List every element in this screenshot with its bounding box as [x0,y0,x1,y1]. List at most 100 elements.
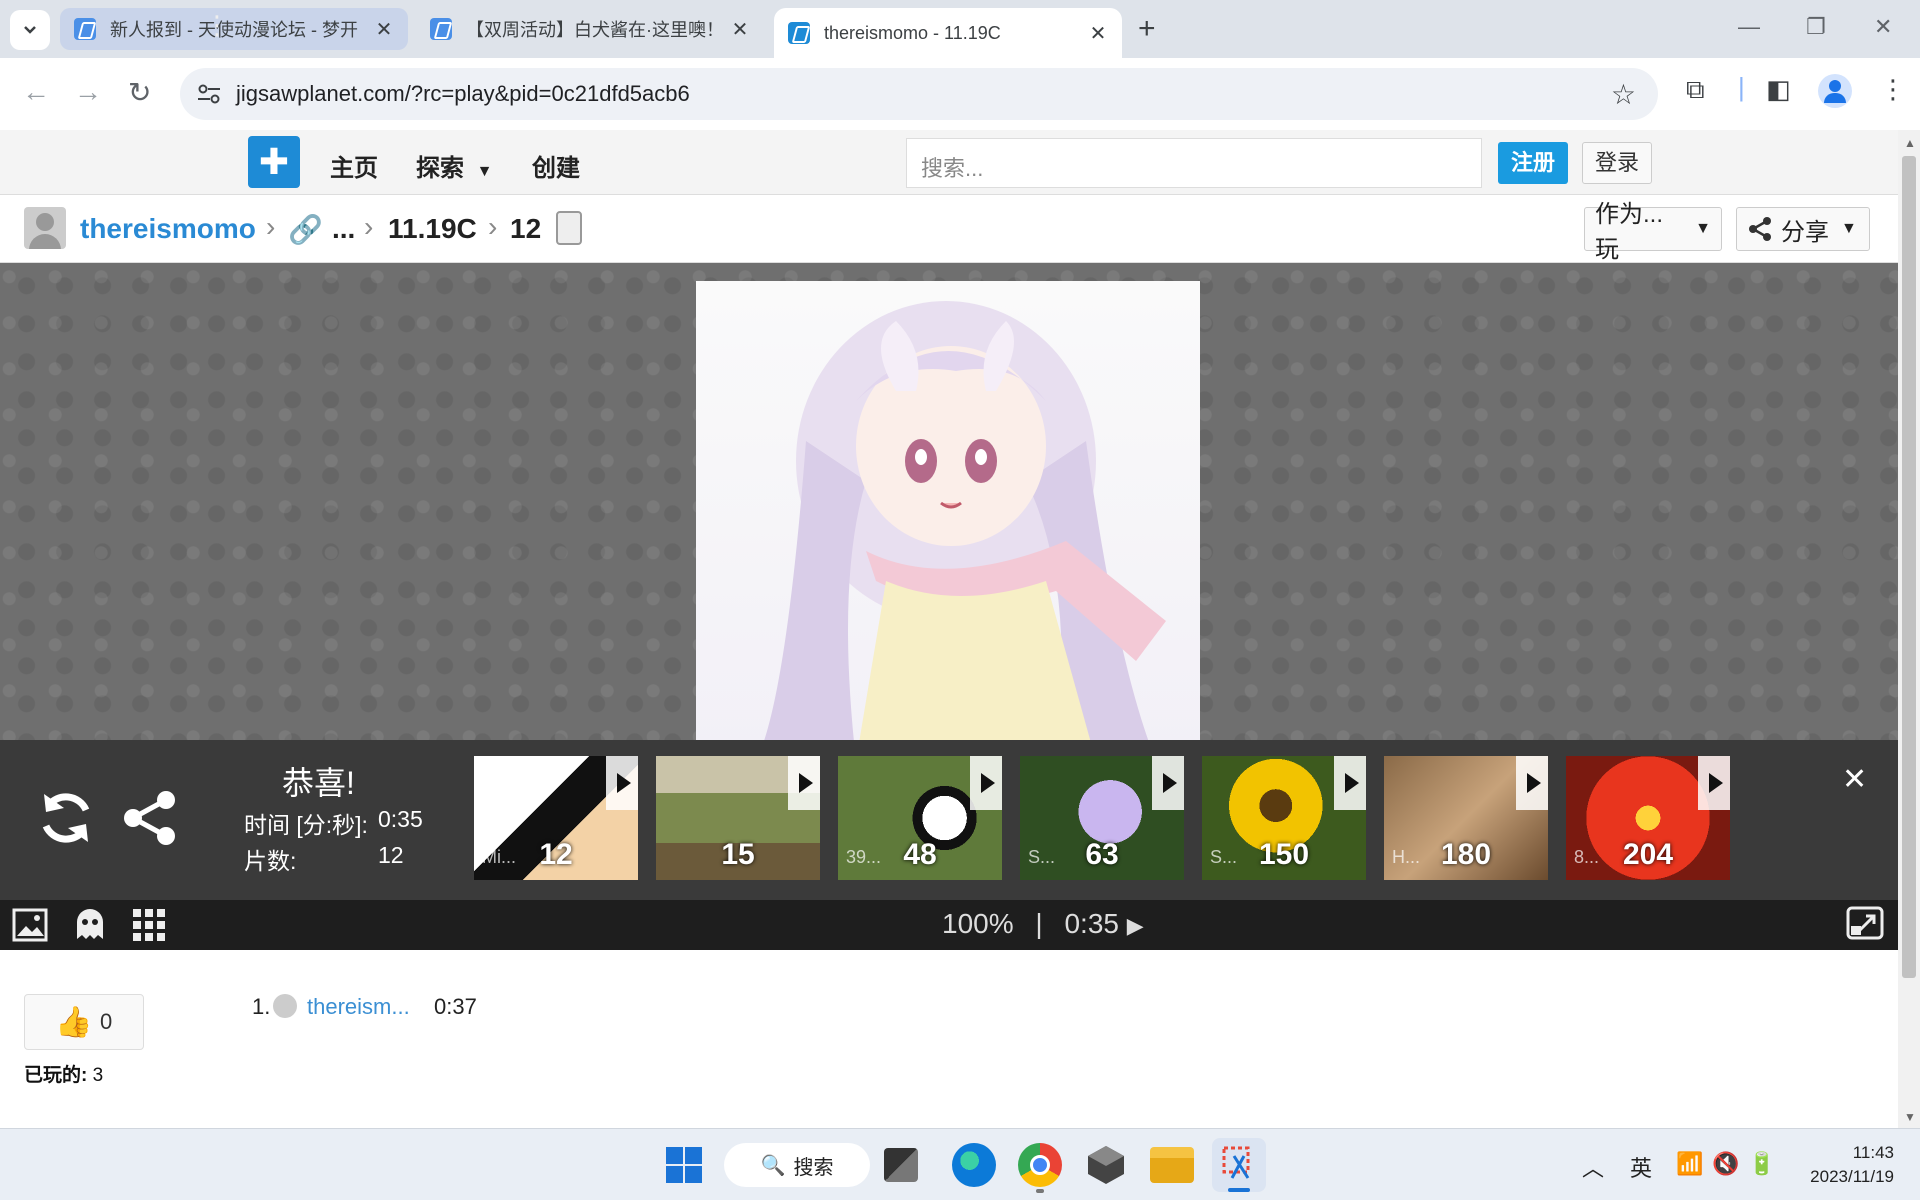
wifi-icon[interactable]: 📶 [1676,1151,1703,1177]
nav-home[interactable]: 主页 [330,148,378,183]
breadcrumb: thereismomo › 🔗 ... › 11.19C › 12 作为...玩… [0,195,1898,263]
chevron-right-icon: › [488,211,498,242]
browser-tab-1[interactable]: 新人报到 - 天使动漫论坛 - 梦开 ✕ [60,8,408,50]
close-window-icon[interactable]: ✕ [1874,14,1892,40]
tab-favicon-icon [74,18,96,40]
share-dropdown[interactable]: 分享 ▼ [1736,207,1870,251]
ghost-image-icon[interactable] [72,906,108,942]
site-info-icon[interactable] [196,82,222,106]
timer-play-icon[interactable]: ▶ [1127,913,1144,938]
leaderboard-user-link[interactable]: thereism... [307,994,410,1020]
play-icon[interactable] [1516,756,1548,810]
thumbs-up-icon: 👍 [55,1006,93,1039]
like-count: 0 [100,1009,113,1034]
search-icon: 🔍 [760,1154,786,1177]
browser-tab-3-active[interactable]: thereismomo - 11.19C ✕ [774,8,1122,58]
file-explorer-icon[interactable] [1150,1147,1194,1183]
snipping-tool-active-app[interactable] [1212,1138,1266,1192]
thumb-piece-count: 180 [1440,838,1492,871]
play-icon[interactable] [606,756,638,810]
system-clock[interactable]: 11:43 2023/11/19 [1810,1141,1894,1189]
profile-avatar-icon[interactable] [1818,74,1852,108]
page-scrollbar[interactable]: ▲ ▼ [1898,130,1920,1128]
congrats-title: 恭喜! [282,765,355,801]
scrollbar-thumb[interactable] [1902,156,1916,978]
taskbar-search[interactable]: 🔍 搜索 [724,1143,870,1187]
scroll-up-icon[interactable]: ▲ [1904,136,1916,150]
login-button[interactable]: 登录 [1582,142,1652,184]
url-text: jigsawplanet.com/?rc=play&pid=0c21dfd5ac… [236,81,690,106]
forward-icon[interactable]: → [74,76,102,108]
play-icon[interactable] [1698,756,1730,810]
nav-explore[interactable]: 探索 ▼ [416,148,493,183]
windows-start-icon[interactable] [662,1143,706,1187]
more-menu-icon[interactable]: ⋮ [1880,74,1906,105]
chevron-down-icon [24,26,36,34]
fullscreen-icon[interactable] [1846,906,1884,940]
chrome-browser-icon[interactable] [1018,1143,1062,1187]
pieces-value: 12 [378,842,404,868]
play-icon[interactable] [1334,756,1366,810]
taskbar-search-label: 搜索 [793,1156,834,1179]
leaderboard-time: 0:37 [434,994,477,1019]
more-options-icon[interactable]: ⋮ [204,10,230,41]
browser-tab-2[interactable]: 【双周活动】白犬酱在·这里噢！ ✕ [416,8,764,50]
suggested-puzzle-thumb[interactable]: 39... 48 [838,756,1002,880]
tab-close-icon[interactable]: ✕ [374,17,394,42]
site-search-input[interactable]: 搜索... [906,138,1482,188]
play-as-dropdown[interactable]: 作为...玩 ▼ [1584,201,1722,263]
edge-browser-icon[interactable] [952,1143,996,1187]
register-button[interactable]: 注册 [1498,142,1568,184]
tab-close-icon[interactable]: ✕ [730,17,750,42]
piece-shape-icon [556,211,582,245]
side-panel-icon[interactable]: ◧ [1766,74,1791,105]
chevron-right-icon: › [364,211,374,242]
back-icon[interactable]: ← [22,76,50,108]
play-icon[interactable] [970,756,1002,810]
toolbar-separator: | [1035,908,1043,939]
suggested-puzzle-thumb[interactable]: S... 150 [1202,756,1366,880]
jigsaw-planet-logo-icon[interactable]: ✚ [248,136,300,188]
nav-create[interactable]: 创建 [532,148,580,183]
thumb-piece-count: 150 [1258,838,1310,871]
image-preview-icon[interactable] [12,908,48,942]
grid-arrange-icon[interactable] [132,908,166,942]
app-cube-icon[interactable] [1084,1143,1128,1187]
suggested-puzzle-thumb[interactable]: 15 [656,756,820,880]
minimize-icon[interactable]: — [1738,14,1760,40]
user-avatar[interactable] [24,207,66,249]
breadcrumb-ellipsis[interactable]: ... [332,213,355,245]
tab-search-button[interactable] [10,10,50,50]
completed-puzzle-image[interactable] [696,281,1200,761]
play-icon[interactable] [788,756,820,810]
suggested-puzzle-thumb[interactable]: S... 63 [1020,756,1184,880]
battery-icon[interactable]: 🔋 [1748,1151,1775,1177]
suggested-puzzle-thumb[interactable]: H... 180 [1384,756,1548,880]
breadcrumb-user-link[interactable]: thereismomo [80,213,256,245]
restart-icon[interactable] [36,788,96,848]
restore-icon[interactable]: ❐ [1806,14,1826,40]
play-as-label: 作为...玩 [1595,201,1664,263]
thumb-piece-count: 12 [539,838,573,871]
play-icon[interactable] [1152,756,1184,810]
suggested-puzzle-thumb[interactable]: 8... 204 [1566,756,1730,880]
new-tab-button[interactable]: + [1138,12,1156,46]
browser-tab-bar: 新人报到 - 天使动漫论坛 - 梦开 ✕ 【双周活动】白犬酱在·这里噢！ ✕ t… [0,0,1920,58]
reload-icon[interactable]: ↻ [128,76,151,109]
suggested-puzzle-thumb[interactable]: Mi... 12 [474,756,638,880]
ime-indicator[interactable]: 英 [1630,1151,1652,1183]
tab-close-icon[interactable]: ✕ [1088,21,1108,46]
tray-chevron-up-icon[interactable]: ︿ [1582,1151,1604,1183]
bookmark-star-icon[interactable]: ☆ [1611,78,1636,111]
task-view-icon[interactable] [884,1148,918,1182]
share-result-icon[interactable] [122,790,178,846]
like-button[interactable]: 👍 0 [24,994,144,1050]
volume-muted-icon[interactable]: 🔇 [1712,1151,1739,1177]
chrome-running-indicator [1036,1189,1044,1193]
close-overlay-icon[interactable]: ✕ [1842,762,1867,797]
link-icon[interactable]: 🔗 [288,213,323,246]
omnibox[interactable]: jigsawplanet.com/?rc=play&pid=0c21dfd5ac… [180,68,1658,120]
extensions-icon[interactable]: ⧉ [1686,74,1705,106]
scroll-down-icon[interactable]: ▼ [1904,1110,1916,1124]
breadcrumb-folder[interactable]: 11.19C [388,213,477,245]
